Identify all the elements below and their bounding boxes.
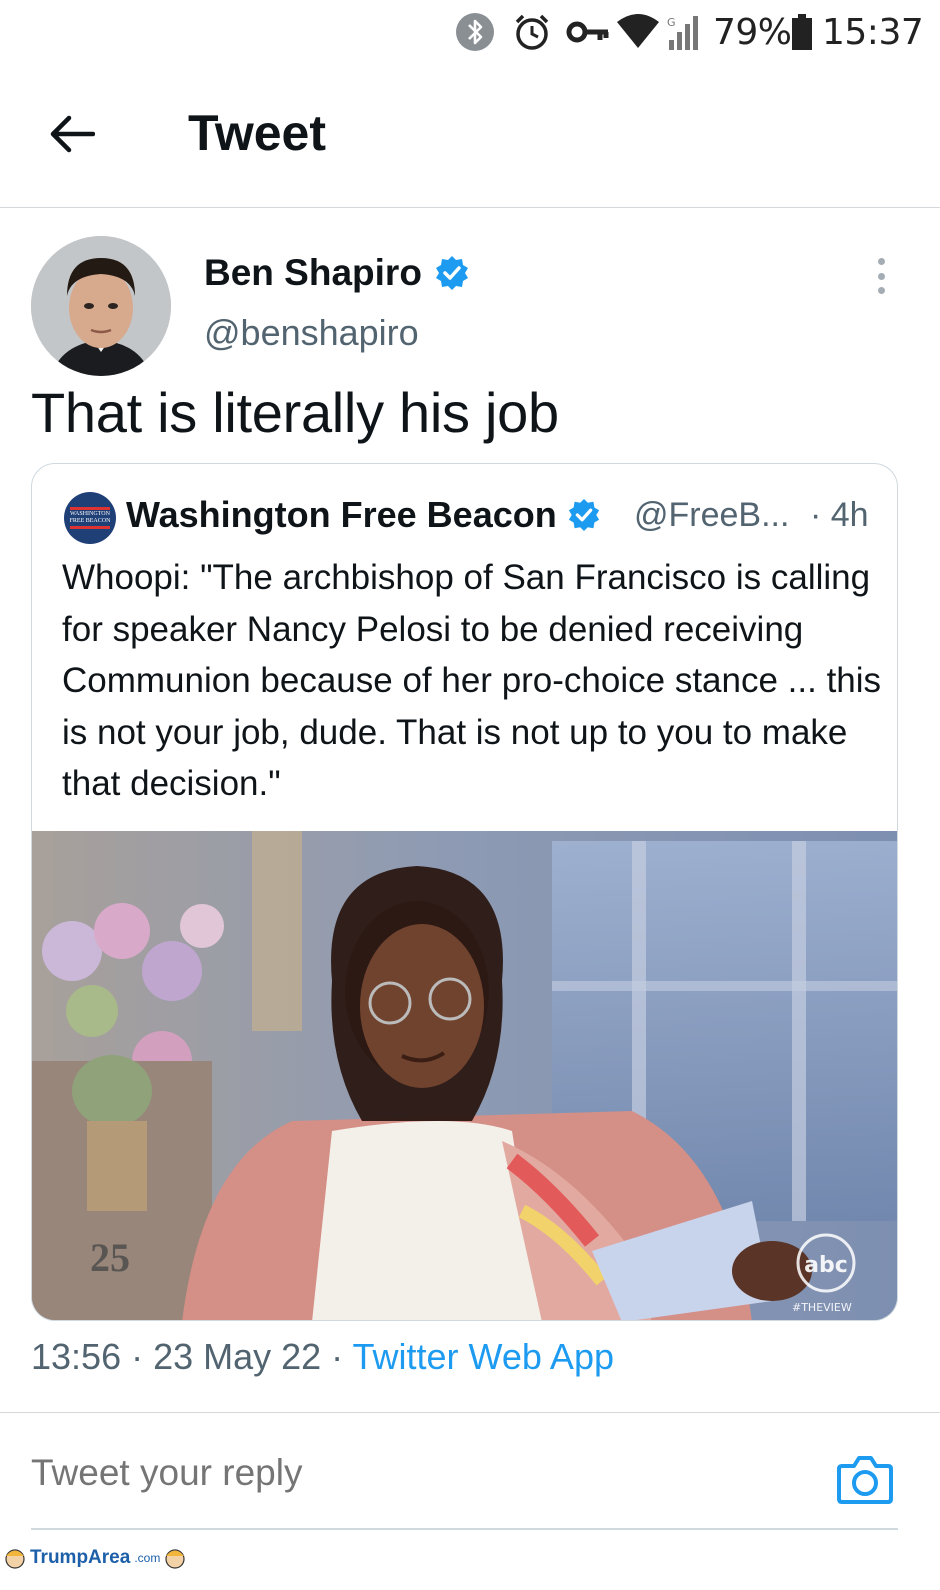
tweet-source-link[interactable]: Twitter Web App <box>353 1336 614 1377</box>
vpn-key-icon <box>566 12 610 52</box>
watermark-text: TrumpArea <box>30 1547 131 1568</box>
top-app-bar: Tweet <box>0 66 940 208</box>
quoted-tweet-card[interactable]: WASHINGTON FREE BEACON Washington Free B… <box>31 463 898 1321</box>
cartoon-face-icon <box>5 1549 25 1569</box>
show-tag: #THEVIEW <box>792 1301 852 1314</box>
verified-badge-icon <box>568 498 599 532</box>
tweet-text: That is literally his job <box>31 381 559 444</box>
dot-icon <box>877 272 885 280</box>
arrow-left-icon <box>50 115 95 153</box>
tweet-timestamp: 13:56 · 23 May 22 · <box>31 1336 353 1377</box>
network-logo: abc <box>804 1253 848 1278</box>
quoted-author-name: Washington Free Beacon <box>126 494 601 536</box>
quoted-time-ago: · 4h <box>810 496 869 534</box>
reply-input[interactable] <box>31 1452 811 1494</box>
tweet-meta: 13:56 · 23 May 22 · Twitter Web App <box>31 1336 614 1378</box>
svg-text:G: G <box>667 16 676 29</box>
reply-underline <box>31 1528 898 1530</box>
watermark: TrumpArea .com <box>4 1546 186 1570</box>
bluetooth-icon <box>455 12 495 52</box>
quoted-tweet-text: Whoopi: "The archbishop of San Francisco… <box>62 558 882 803</box>
avatar-logo-line-2: FREE BEACON <box>69 518 111 524</box>
quoted-author-handle: @FreeB... <box>634 496 790 534</box>
avatar-stripe <box>70 507 110 510</box>
author-name[interactable]: Ben Shapiro <box>204 252 470 294</box>
avatar-logo-line-1: WASHINGTON <box>70 511 110 517</box>
author-avatar[interactable] <box>31 236 171 376</box>
divider <box>0 1412 940 1413</box>
alarm-icon <box>512 12 552 52</box>
wifi-icon <box>615 12 661 52</box>
camera-button[interactable] <box>836 1452 894 1506</box>
verified-badge-icon <box>435 256 468 290</box>
quoted-tweet-video-thumbnail[interactable]: 25 abc #THEVIEW <box>32 831 897 1320</box>
battery-icon <box>790 12 814 52</box>
more-options-button[interactable] <box>868 254 894 298</box>
battery-percent: 79% <box>713 11 792 53</box>
page-title: Tweet <box>188 105 326 161</box>
season-badge: 25 <box>90 1235 130 1280</box>
signal-icon: G <box>665 12 707 52</box>
avatar-stripe <box>70 526 110 529</box>
clock: 15:37 <box>822 11 924 53</box>
dot-icon <box>877 287 885 294</box>
cartoon-face-icon <box>165 1549 185 1569</box>
camera-icon <box>837 1456 893 1504</box>
back-button[interactable] <box>44 106 100 162</box>
author-handle[interactable]: @benshapiro <box>204 312 419 354</box>
status-bar: G 79% 15:37 <box>0 0 940 66</box>
dot-icon <box>877 258 885 265</box>
watermark-suffix: .com <box>134 1551 161 1565</box>
quoted-author-avatar: WASHINGTON FREE BEACON <box>64 492 116 544</box>
